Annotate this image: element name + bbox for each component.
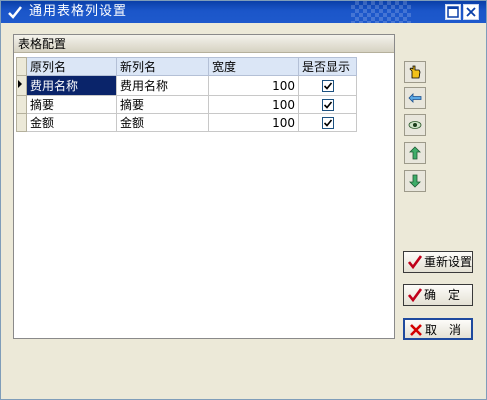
cell-width[interactable]: 100	[208, 113, 299, 132]
row-indicator	[16, 75, 27, 96]
close-icon	[410, 324, 422, 336]
checkmark-icon	[408, 255, 422, 269]
cell-original[interactable]: 费用名称	[26, 75, 117, 96]
arrow-up-icon	[409, 146, 421, 160]
column-header-original[interactable]: 原列名	[26, 57, 117, 76]
cell-width[interactable]: 100	[208, 75, 299, 96]
maximize-button[interactable]	[445, 4, 461, 20]
row-indicator	[16, 113, 27, 132]
grid-panel: 表格配置 原列名 新列名 宽度 是否显示 费用名称 费用名称 100 摘要 摘要…	[13, 34, 395, 339]
checkmark-app-icon	[8, 6, 22, 19]
visible-checkbox[interactable]	[321, 99, 334, 111]
title-bar[interactable]: 通用表格列设置	[1, 1, 486, 23]
move-down-button[interactable]	[404, 170, 426, 192]
close-icon	[466, 7, 476, 17]
title-pattern	[351, 1, 411, 23]
visible-checkbox[interactable]	[321, 117, 334, 129]
maximize-icon	[447, 6, 459, 18]
eye-icon	[408, 121, 422, 129]
reset-button[interactable]: 重新设置	[403, 251, 473, 273]
pointer-hand-icon	[409, 65, 421, 79]
settings-dialog: 通用表格列设置 表格配置 原列名 新列名 宽度 是否显示 费用名称 费用名称 1…	[0, 0, 487, 400]
move-up-button[interactable]	[404, 142, 426, 164]
cell-original[interactable]: 金额	[26, 113, 117, 132]
panel-caption: 表格配置	[14, 35, 394, 53]
grid-header-row: 原列名 新列名 宽度 是否显示	[16, 57, 357, 76]
cell-visible[interactable]	[298, 113, 357, 132]
cell-width[interactable]: 100	[208, 95, 299, 114]
ok-button[interactable]: 确 定	[403, 284, 473, 306]
preview-button[interactable]	[404, 114, 426, 136]
current-row-arrow-icon	[18, 80, 22, 88]
header-indicator	[16, 57, 27, 76]
checkmark-icon	[323, 82, 332, 90]
cell-original[interactable]: 摘要	[26, 95, 117, 114]
pointer-tool-button[interactable]	[404, 61, 426, 83]
close-button[interactable]	[463, 4, 479, 20]
cell-new-name[interactable]: 费用名称	[116, 75, 209, 96]
column-header-new-name[interactable]: 新列名	[116, 57, 209, 76]
cell-new-name[interactable]: 摘要	[116, 95, 209, 114]
cancel-button-label: 取 消	[425, 323, 462, 337]
cell-visible[interactable]	[298, 95, 357, 114]
checkmark-icon	[323, 101, 332, 109]
table-row[interactable]: 摘要 摘要 100	[16, 95, 357, 114]
arrow-left-icon	[408, 93, 422, 103]
table-row[interactable]: 金额 金额 100	[16, 113, 357, 132]
column-header-visible[interactable]: 是否显示	[298, 57, 357, 76]
arrow-down-icon	[409, 174, 421, 188]
ok-button-label: 确 定	[424, 288, 461, 302]
cell-new-name[interactable]: 金额	[116, 113, 209, 132]
visible-checkbox[interactable]	[321, 80, 334, 92]
cancel-button[interactable]: 取 消	[403, 318, 473, 340]
checkmark-icon	[408, 288, 422, 302]
column-config-grid[interactable]: 原列名 新列名 宽度 是否显示 费用名称 费用名称 100 摘要 摘要 100 …	[16, 57, 357, 132]
column-header-width[interactable]: 宽度	[208, 57, 299, 76]
checkmark-icon	[323, 119, 332, 127]
move-left-button[interactable]	[404, 87, 426, 109]
table-row[interactable]: 费用名称 费用名称 100	[16, 75, 357, 96]
row-indicator	[16, 95, 27, 114]
window-title: 通用表格列设置	[29, 4, 128, 19]
cell-visible[interactable]	[298, 75, 357, 96]
reset-button-label: 重新设置	[424, 255, 473, 269]
